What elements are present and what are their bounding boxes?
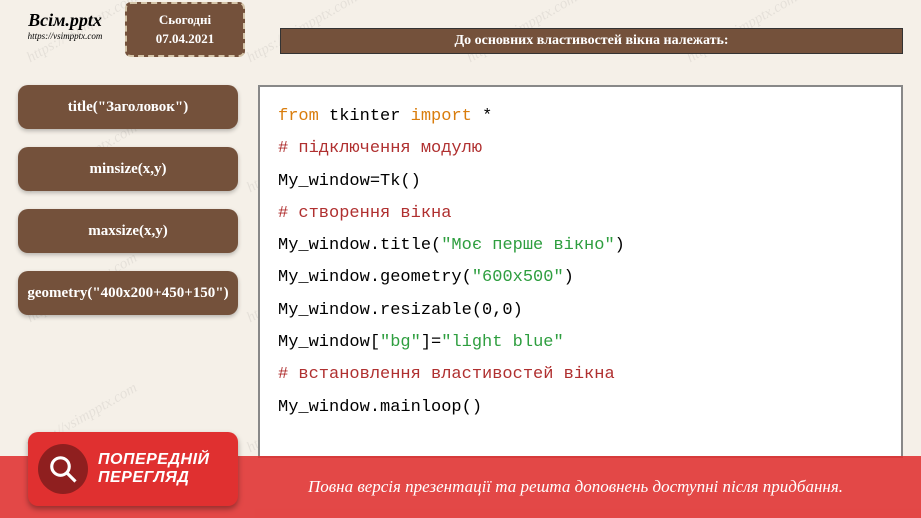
logo-box: Всім.pptx https://vsimpptx.com: [10, 10, 120, 41]
code-text: My_window.geometry(: [278, 268, 472, 287]
code-line: My_window.mainloop(): [278, 392, 883, 424]
code-comment: # підключення модулю: [278, 133, 883, 165]
preview-line1: ПОПЕРЕДНІЙ: [98, 451, 210, 469]
code-text: My_window.title(: [278, 236, 441, 255]
prop-title: title("Заголовок"): [18, 85, 238, 129]
code-keyword: from: [278, 107, 319, 126]
code-text: ]=: [421, 333, 441, 352]
code-line: My_window=Tk(): [278, 166, 883, 198]
code-comment: # створення вікна: [278, 198, 883, 230]
code-text: *: [482, 107, 492, 126]
code-string: "600x500": [472, 268, 564, 287]
code-line: My_window["bg"]="light blue": [278, 327, 883, 359]
prop-minsize: minsize(x,y): [18, 147, 238, 191]
slide-heading: До основних властивостей вікна належать:: [280, 28, 903, 54]
code-comment: # встановлення властивостей вікна: [278, 359, 883, 391]
logo-url: https://vsimpptx.com: [10, 31, 120, 41]
preview-line2: ПЕРЕГЛЯД: [98, 469, 210, 487]
date-badge-date: 07.04.2021: [156, 30, 215, 48]
code-text: ): [615, 236, 625, 255]
logo-title: Всім.pptx: [10, 10, 120, 31]
code-line: My_window.resizable(0,0): [278, 295, 883, 327]
date-badge-label: Сьогодні: [159, 11, 211, 29]
code-line: from tkinter import *: [278, 101, 883, 133]
code-keyword: import: [411, 107, 472, 126]
properties-column: title("Заголовок") minsize(x,y) maxsize(…: [18, 85, 238, 458]
code-text: My_window[: [278, 333, 380, 352]
prop-geometry: geometry("400x200+450+150"): [18, 271, 238, 315]
code-line: My_window.geometry("600x500"): [278, 262, 883, 294]
code-text: tkinter: [329, 107, 400, 126]
code-string: "bg": [380, 333, 421, 352]
date-badge: Сьогодні 07.04.2021: [125, 2, 245, 57]
code-line: My_window.title("Моє перше вікно"): [278, 230, 883, 262]
purchase-notice-text: Повна версія презентації та решта доповн…: [308, 477, 843, 497]
code-text: ): [564, 268, 574, 287]
prop-maxsize: maxsize(x,y): [18, 209, 238, 253]
code-panel: from tkinter import * # підключення моду…: [258, 85, 903, 458]
code-string: "Моє перше вікно": [441, 236, 614, 255]
code-string: "light blue": [441, 333, 563, 352]
preview-badge: ПОПЕРЕДНІЙ ПЕРЕГЛЯД: [28, 432, 238, 506]
magnifier-icon: [38, 444, 88, 494]
